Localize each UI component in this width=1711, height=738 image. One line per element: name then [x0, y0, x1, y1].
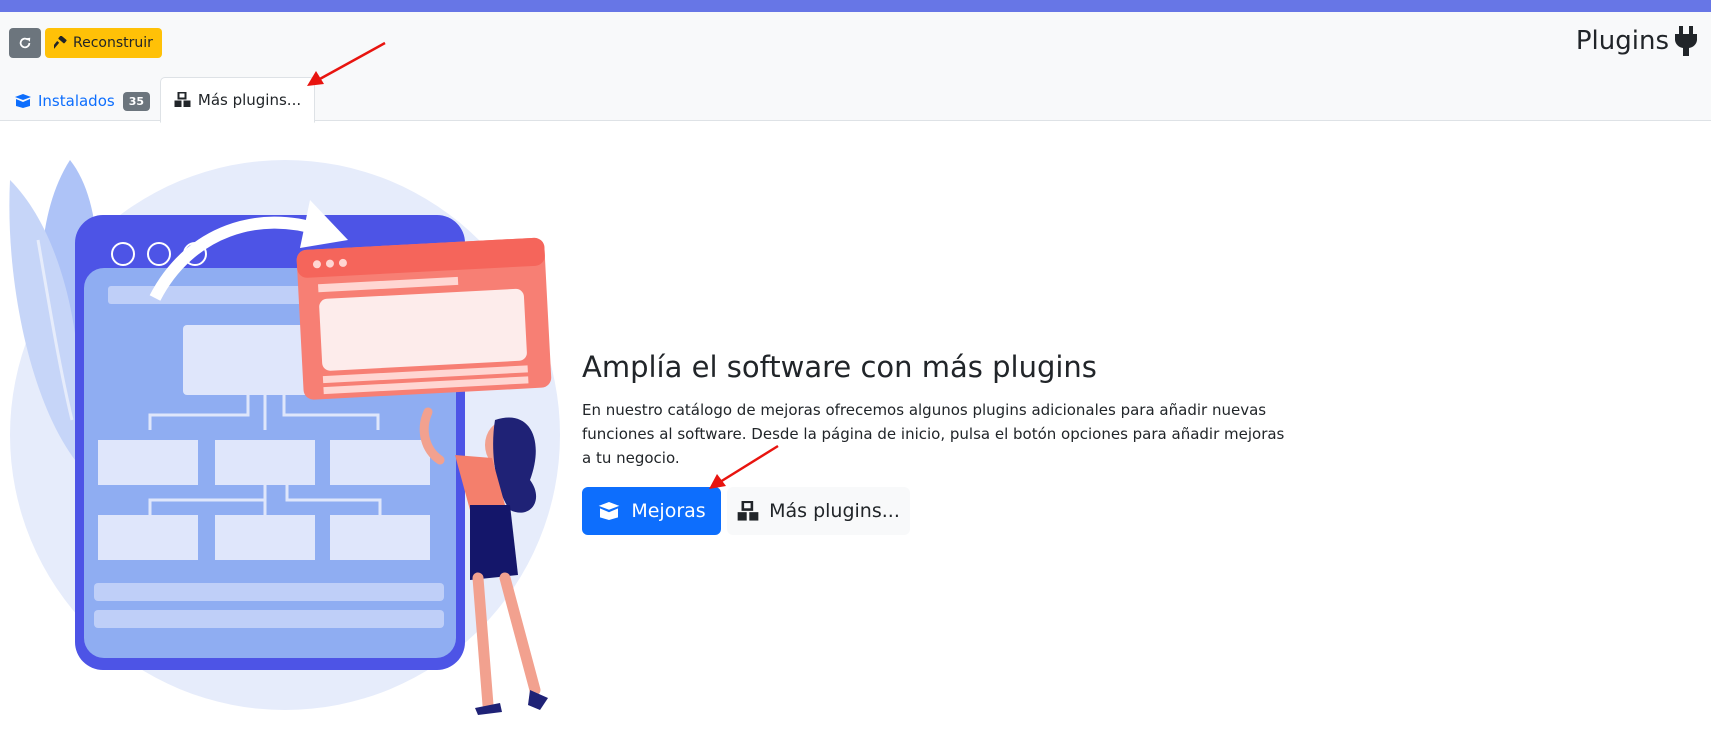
tab-installed-label: Instalados [38, 92, 115, 110]
installed-count-badge: 35 [122, 91, 151, 111]
box-open-icon [15, 94, 31, 108]
page-title-text: Plugins [1575, 26, 1669, 56]
mejoras-button[interactable]: Mejoras [582, 487, 721, 535]
top-accent-stripe [0, 0, 1711, 12]
box-open-icon [599, 502, 620, 520]
tab-installed[interactable]: Instalados 35 [14, 86, 151, 116]
boxes-icon [737, 500, 759, 521]
refresh-icon [19, 37, 31, 49]
rebuild-label: Reconstruir [73, 35, 153, 51]
tab-more-plugins[interactable]: Más plugins... [160, 77, 315, 123]
content-headline: Amplía el software con más plugins [582, 350, 1097, 384]
tab-more-plugins-label: Más plugins... [197, 91, 302, 109]
more-plugins-button[interactable]: Más plugins... [727, 487, 910, 535]
page-title: Plugins [1576, 26, 1697, 56]
rebuild-button[interactable]: Reconstruir [45, 28, 162, 58]
content-description: En nuestro catálogo de mejoras ofrecemos… [582, 401, 1285, 467]
mejoras-button-label: Mejoras [631, 500, 706, 522]
page-header: Reconstruir Plugins Instalados 35 Más pl… [0, 12, 1711, 123]
refresh-button[interactable] [9, 28, 41, 58]
boxes-icon [174, 92, 191, 107]
plugins-illustration [9, 160, 560, 715]
more-plugins-button-label: Más plugins... [769, 500, 900, 522]
plug-icon [1675, 26, 1697, 56]
hammer-icon [54, 36, 67, 49]
